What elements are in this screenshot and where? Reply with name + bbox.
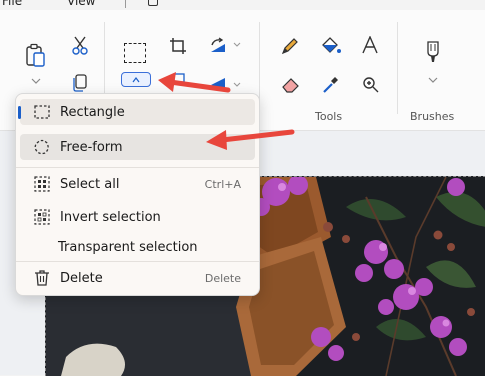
trash-icon (35, 270, 49, 286)
menu-item-label: Invert selection (60, 210, 161, 225)
menu-item-label: Delete (60, 271, 103, 286)
menu-separator (16, 167, 259, 168)
menu-separator (125, 0, 126, 8)
rotate-chevron-icon[interactable] (233, 42, 241, 48)
menu-file[interactable]: File (2, 0, 22, 8)
annotation-arrow-icon (206, 129, 295, 150)
eraser-icon[interactable] (281, 76, 301, 94)
menu-item-label: Select all (60, 177, 120, 192)
menu-item-transparent-selection[interactable]: Transparent selection (20, 234, 255, 260)
save-icon[interactable] (148, 0, 158, 6)
menu-item-select-all[interactable]: Select all Ctrl+A (20, 171, 255, 197)
selection-tool-icon[interactable] (124, 43, 146, 63)
menu-item-label: Free-form (60, 140, 123, 155)
annotation-arrow-icon (158, 72, 231, 93)
selected-indicator (18, 106, 21, 119)
chevron-up-icon (132, 77, 140, 83)
select-all-icon (34, 176, 50, 192)
brush-icon[interactable] (424, 40, 442, 64)
pencil-icon[interactable] (280, 36, 300, 56)
menu-separator (16, 261, 259, 262)
fill-icon[interactable] (320, 36, 342, 56)
freeform-select-icon (34, 139, 49, 155)
brushes-group-label: Brushes (410, 110, 455, 123)
paste-dropdown-chevron-icon[interactable] (31, 78, 41, 84)
menu-view[interactable]: View (67, 0, 95, 8)
crop-icon[interactable] (169, 37, 187, 55)
menu-item-label: Rectangle (60, 105, 125, 120)
magnifier-icon[interactable] (362, 76, 380, 94)
shortcut-label: Ctrl+A (204, 178, 241, 191)
tools-group-label: Tools (315, 110, 343, 123)
rectangle-select-icon (34, 105, 50, 119)
menu-bar: File View (0, 0, 485, 10)
color-picker-icon[interactable] (321, 75, 339, 95)
menu-item-label: Transparent selection (58, 240, 198, 255)
group-separator (397, 22, 398, 114)
selection-dropdown-button[interactable] (121, 72, 151, 87)
menu-item-delete[interactable]: Delete Delete (20, 265, 255, 291)
menu-item-invert-selection[interactable]: Invert selection (20, 204, 255, 230)
invert-selection-icon (34, 209, 50, 225)
brushes-chevron-icon[interactable] (428, 77, 438, 83)
copy-icon[interactable] (72, 74, 88, 92)
rotate-icon[interactable] (208, 37, 228, 55)
flip-chevron-icon[interactable] (233, 82, 241, 88)
paste-icon[interactable] (25, 43, 47, 69)
shortcut-label: Delete (204, 272, 241, 285)
text-icon[interactable] (361, 36, 379, 54)
cut-icon[interactable] (70, 35, 90, 55)
